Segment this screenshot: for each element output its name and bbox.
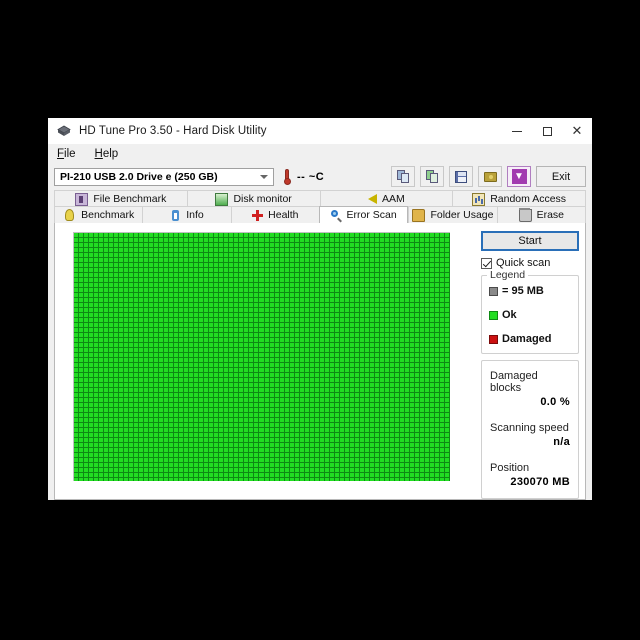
menu-help[interactable]: Help — [93, 147, 128, 161]
maximize-button[interactable] — [532, 118, 562, 144]
tab-label: Folder Usage — [430, 209, 494, 221]
legend-group: Legend = 95 MB Ok Damaged — [481, 269, 579, 354]
aam-speaker-icon — [367, 194, 377, 204]
toolbar-buttons: ▼ Exit — [391, 166, 586, 187]
legend-damaged-swatch-icon — [489, 334, 498, 344]
quick-scan-checkbox-row[interactable]: Quick scan — [481, 257, 579, 269]
legend-block-swatch-icon — [489, 286, 498, 296]
toolbar: PI-210 USB 2.0 Drive e (250 GB) -- ~C ▼ … — [48, 163, 592, 190]
position-label: Position — [490, 462, 530, 474]
folder-icon — [412, 208, 426, 222]
close-button[interactable]: ✕ — [562, 118, 592, 144]
window-controls: ✕ — [502, 118, 592, 144]
tab-label: Error Scan — [346, 209, 397, 221]
tab-benchmark[interactable]: Benchmark — [54, 206, 143, 223]
menu-bar: File Help — [48, 144, 592, 163]
copy-screenshot-button[interactable] — [420, 166, 444, 187]
copy-blue-icon — [396, 170, 410, 183]
copy-green-icon — [425, 170, 439, 183]
tab-label: AAM — [381, 193, 405, 205]
legend-damaged: Damaged — [489, 333, 571, 345]
tab-label: Info — [186, 209, 204, 221]
block-map-area — [55, 223, 477, 499]
screen: HD Tune Pro 3.50 - Hard Disk Utility ✕ F… — [0, 0, 640, 640]
scan-stats-group: Damaged blocks 0.0 % Scanning speed n/a … — [481, 360, 579, 499]
tab-file-benchmark[interactable]: File Benchmark — [54, 190, 187, 207]
legend-ok-label: Ok — [502, 309, 517, 321]
window-title: HD Tune Pro 3.50 - Hard Disk Utility — [79, 125, 267, 137]
legend-damaged-label: Damaged — [502, 333, 552, 345]
exit-button[interactable]: Exit — [536, 166, 586, 187]
drive-select-value: PI-210 USB 2.0 Drive e (250 GB) — [60, 170, 218, 183]
random-access-icon — [472, 192, 486, 206]
tab-label: Benchmark — [81, 209, 135, 221]
tab-health[interactable]: Health — [230, 206, 319, 223]
temperature-value: -- ~C — [297, 170, 325, 183]
drive-select[interactable]: PI-210 USB 2.0 Drive e (250 GB) — [54, 167, 274, 186]
tab-label: Health — [268, 209, 299, 221]
disk-monitor-icon — [215, 192, 229, 206]
minimize-button[interactable] — [502, 118, 532, 144]
legend-ok-swatch-icon — [489, 310, 498, 320]
damaged-blocks-label: Damaged blocks — [490, 370, 538, 394]
disk-block — [444, 478, 450, 481]
error-scan-sidebar: Start Quick scan Legend = 95 MB Ok Damag… — [477, 223, 585, 499]
money-icon — [483, 171, 497, 182]
thermometer-icon — [283, 168, 291, 185]
health-cross-icon — [252, 209, 264, 221]
tab-folder-usage[interactable]: Folder Usage — [408, 206, 497, 223]
position-value: 230070 MB — [510, 476, 570, 488]
menu-file[interactable]: File — [55, 147, 85, 161]
tab-row-primary: Benchmark Info Health Error Scan Folder … — [54, 206, 586, 223]
legend-block-size-label: = 95 MB — [502, 285, 544, 297]
lightbulb-icon — [65, 209, 75, 221]
download-button[interactable]: ▼ — [507, 166, 531, 187]
magnifier-icon — [330, 209, 342, 221]
disk-block-map[interactable] — [73, 232, 450, 481]
tab-strip: File Benchmark Disk monitor AAM Random A… — [48, 190, 592, 223]
download-arrow-icon: ▼ — [511, 169, 527, 184]
start-scan-button[interactable]: Start — [481, 231, 579, 251]
legend-ok: Ok — [489, 309, 571, 321]
copy-to-clipboard-button[interactable] — [391, 166, 415, 187]
tab-info[interactable]: Info — [142, 206, 231, 223]
legend-title: Legend — [487, 269, 529, 281]
tab-row-secondary: File Benchmark Disk monitor AAM Random A… — [54, 190, 586, 207]
tab-disk-monitor[interactable]: Disk monitor — [186, 190, 320, 207]
maximize-icon — [542, 126, 552, 136]
tab-label: Disk monitor — [233, 193, 292, 205]
tab-aam[interactable]: AAM — [319, 190, 453, 207]
hdtune-diamond-icon — [56, 123, 72, 139]
tab-label: File Benchmark — [93, 193, 167, 205]
save-button[interactable] — [449, 166, 473, 187]
floppy-save-icon — [455, 170, 467, 183]
legend-block-size: = 95 MB — [489, 285, 571, 297]
close-icon: ✕ — [571, 123, 583, 139]
hd-tune-window: HD Tune Pro 3.50 - Hard Disk Utility ✕ F… — [48, 118, 592, 500]
temperature-indicator: -- ~C — [283, 168, 325, 185]
chevron-down-icon — [260, 174, 268, 179]
tab-label: Erase — [536, 209, 565, 221]
register-button[interactable] — [478, 166, 502, 187]
file-benchmark-icon — [75, 192, 89, 206]
title-bar: HD Tune Pro 3.50 - Hard Disk Utility ✕ — [48, 118, 592, 144]
minimize-icon — [512, 130, 522, 132]
tab-label: Random Access — [490, 193, 567, 205]
quick-scan-checkbox[interactable] — [481, 257, 492, 269]
scanning-speed-label: Scanning speed — [490, 422, 569, 434]
trash-icon — [518, 207, 532, 222]
scanning-speed-value: n/a — [553, 436, 570, 448]
error-scan-panel: Start Quick scan Legend = 95 MB Ok Damag… — [54, 223, 586, 500]
tab-erase[interactable]: Erase — [496, 206, 586, 223]
damaged-blocks-value: 0.0 % — [540, 396, 570, 408]
quick-scan-label: Quick scan — [496, 257, 551, 269]
tab-random-access[interactable]: Random Access — [452, 190, 586, 207]
info-icon — [172, 209, 180, 221]
tab-error-scan[interactable]: Error Scan — [318, 206, 409, 223]
